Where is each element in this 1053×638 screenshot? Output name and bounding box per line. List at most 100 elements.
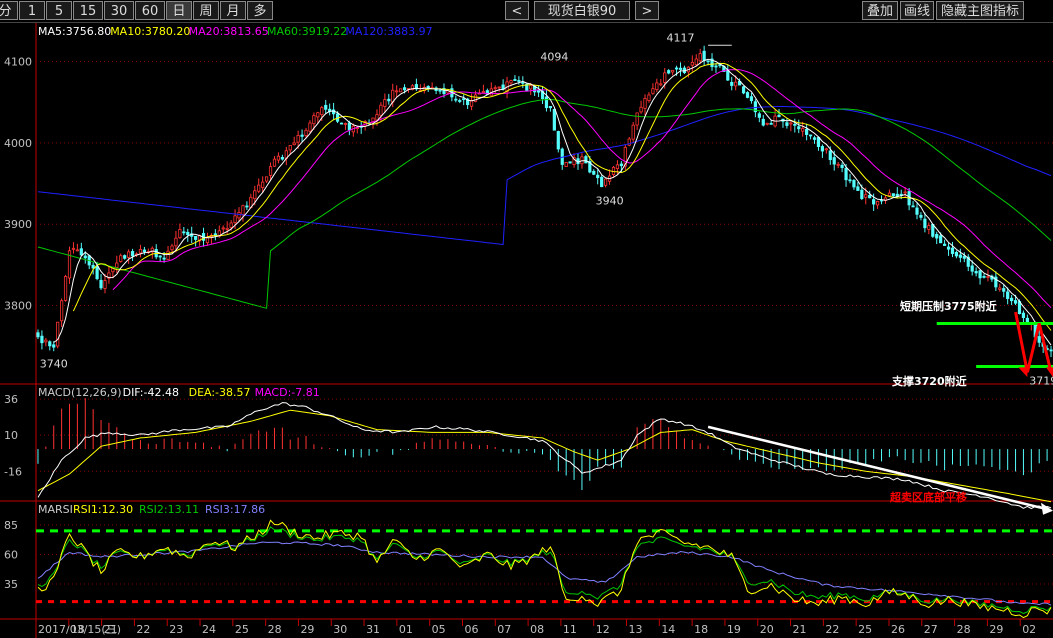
candle-body bbox=[674, 67, 679, 70]
candle-body bbox=[458, 100, 462, 102]
price-label-3: 4117 bbox=[667, 32, 695, 45]
candle-body bbox=[379, 104, 383, 116]
candle-body bbox=[296, 135, 300, 143]
candle-body bbox=[793, 123, 797, 126]
date-tick-2: 21 bbox=[104, 623, 118, 636]
macd-annotation: 超卖区底部平移 bbox=[889, 490, 967, 504]
period-button-9[interactable]: 多 bbox=[247, 1, 273, 20]
candle-body bbox=[71, 247, 76, 250]
period-button-6[interactable]: 日 bbox=[166, 1, 192, 20]
date-tick-8: 29 bbox=[300, 623, 314, 636]
candle-body bbox=[521, 81, 525, 84]
candle-body bbox=[548, 106, 553, 109]
candle-body bbox=[816, 137, 821, 147]
candle-body bbox=[395, 90, 399, 93]
period-button-0[interactable]: 分 bbox=[0, 1, 18, 20]
date-tick-5: 24 bbox=[202, 623, 216, 636]
prev-instrument-button[interactable]: < bbox=[505, 1, 529, 20]
candle-body bbox=[702, 50, 706, 61]
candle-body bbox=[828, 150, 832, 161]
candle-body bbox=[454, 98, 458, 101]
price-label-2: 3940 bbox=[596, 195, 624, 208]
toolbar-button-0[interactable]: 叠加 bbox=[862, 1, 898, 20]
ma-legend-4: MA120:3883.97 bbox=[345, 25, 432, 38]
candle-body bbox=[970, 265, 974, 272]
candle-body bbox=[103, 280, 107, 289]
candle-body bbox=[438, 89, 442, 92]
instrument-name[interactable]: 现货白银90 bbox=[534, 1, 630, 20]
date-tick-19: 14 bbox=[661, 623, 675, 636]
candle-body bbox=[343, 123, 348, 125]
chart-toolbar: 分 1 5 15 30 60 日周月多 < 现货白银90 > 叠加 画线 隐藏主图指标 bbox=[0, 0, 1053, 23]
price-label-4: 3719 bbox=[1029, 374, 1053, 387]
price-annotation-5: 短期压制3775附近 bbox=[900, 299, 997, 313]
candle-body bbox=[872, 199, 876, 205]
next-instrument-button[interactable]: > bbox=[635, 1, 659, 20]
candle-body bbox=[651, 88, 655, 94]
toolbar-button-2[interactable]: 隐藏主图指标 bbox=[936, 1, 1024, 20]
macd-y-tick-0: 36 bbox=[4, 393, 18, 406]
candle-body bbox=[844, 167, 848, 181]
candle-body bbox=[919, 215, 923, 218]
candle-body bbox=[517, 80, 521, 82]
macd-legend-1: DIF:-42.48 bbox=[123, 386, 179, 399]
date-tick-25: 25 bbox=[858, 623, 872, 636]
candle-body bbox=[276, 155, 281, 161]
candle-body bbox=[79, 248, 83, 256]
date-tick-9: 30 bbox=[333, 623, 347, 636]
candle-body bbox=[493, 87, 497, 90]
candle-body bbox=[808, 134, 813, 137]
candle-body bbox=[777, 114, 781, 118]
period-button-5[interactable]: 60 bbox=[135, 1, 165, 20]
candle-body bbox=[592, 170, 596, 175]
candle-body bbox=[375, 114, 379, 121]
ma-legend-1: MA10:3780.20 bbox=[110, 25, 190, 38]
date-tick-13: 06 bbox=[464, 623, 478, 636]
period-button-4[interactable]: 30 bbox=[104, 1, 134, 20]
period-button-8[interactable]: 月 bbox=[220, 1, 246, 20]
candle-body bbox=[536, 90, 541, 93]
candle-body bbox=[694, 58, 698, 66]
candle-body bbox=[903, 191, 907, 194]
candle-body bbox=[312, 115, 316, 125]
candle-body bbox=[615, 164, 620, 170]
price-label-0: 3740 bbox=[40, 357, 68, 370]
candle-body bbox=[805, 128, 809, 135]
candle-body bbox=[91, 264, 95, 269]
candle-body bbox=[671, 69, 675, 73]
date-tick-6: 25 bbox=[235, 623, 249, 636]
candle-body bbox=[824, 148, 828, 151]
candle-body bbox=[123, 255, 127, 259]
price-label-1: 4094 bbox=[540, 50, 568, 63]
candle-body bbox=[950, 247, 955, 254]
toolbar-button-1[interactable]: 画线 bbox=[900, 1, 934, 20]
candle-body bbox=[48, 341, 52, 347]
date-tick-17: 12 bbox=[596, 623, 610, 636]
rsi-legend-3: RSI3:17.86 bbox=[205, 503, 265, 516]
candle-body bbox=[812, 137, 817, 140]
candle-body bbox=[186, 231, 190, 236]
period-button-2[interactable]: 5 bbox=[46, 1, 72, 20]
candle-body bbox=[639, 106, 643, 113]
candle-body bbox=[757, 113, 761, 118]
candle-body bbox=[1002, 288, 1006, 292]
period-button-1[interactable]: 1 bbox=[19, 1, 45, 20]
candle-body bbox=[1013, 300, 1018, 304]
main-y-tick-0: 4100 bbox=[4, 56, 32, 69]
candle-body bbox=[663, 72, 667, 83]
macd-y-tick-2: -16 bbox=[4, 465, 22, 478]
candle-body bbox=[544, 96, 549, 109]
candle-body bbox=[497, 86, 501, 89]
date-tick-21: 19 bbox=[727, 623, 741, 636]
candle-body bbox=[875, 201, 880, 206]
candle-body bbox=[962, 255, 966, 259]
period-button-3[interactable]: 15 bbox=[73, 1, 103, 20]
candle-body bbox=[678, 67, 683, 70]
candle-body bbox=[1037, 336, 1041, 343]
candle-body bbox=[316, 112, 320, 118]
period-button-7[interactable]: 周 bbox=[193, 1, 219, 20]
rsi-legend-1: RSI1:12.30 bbox=[73, 503, 133, 516]
candle-body bbox=[734, 81, 738, 87]
candle-body bbox=[935, 234, 939, 239]
candle-body bbox=[998, 287, 1002, 290]
